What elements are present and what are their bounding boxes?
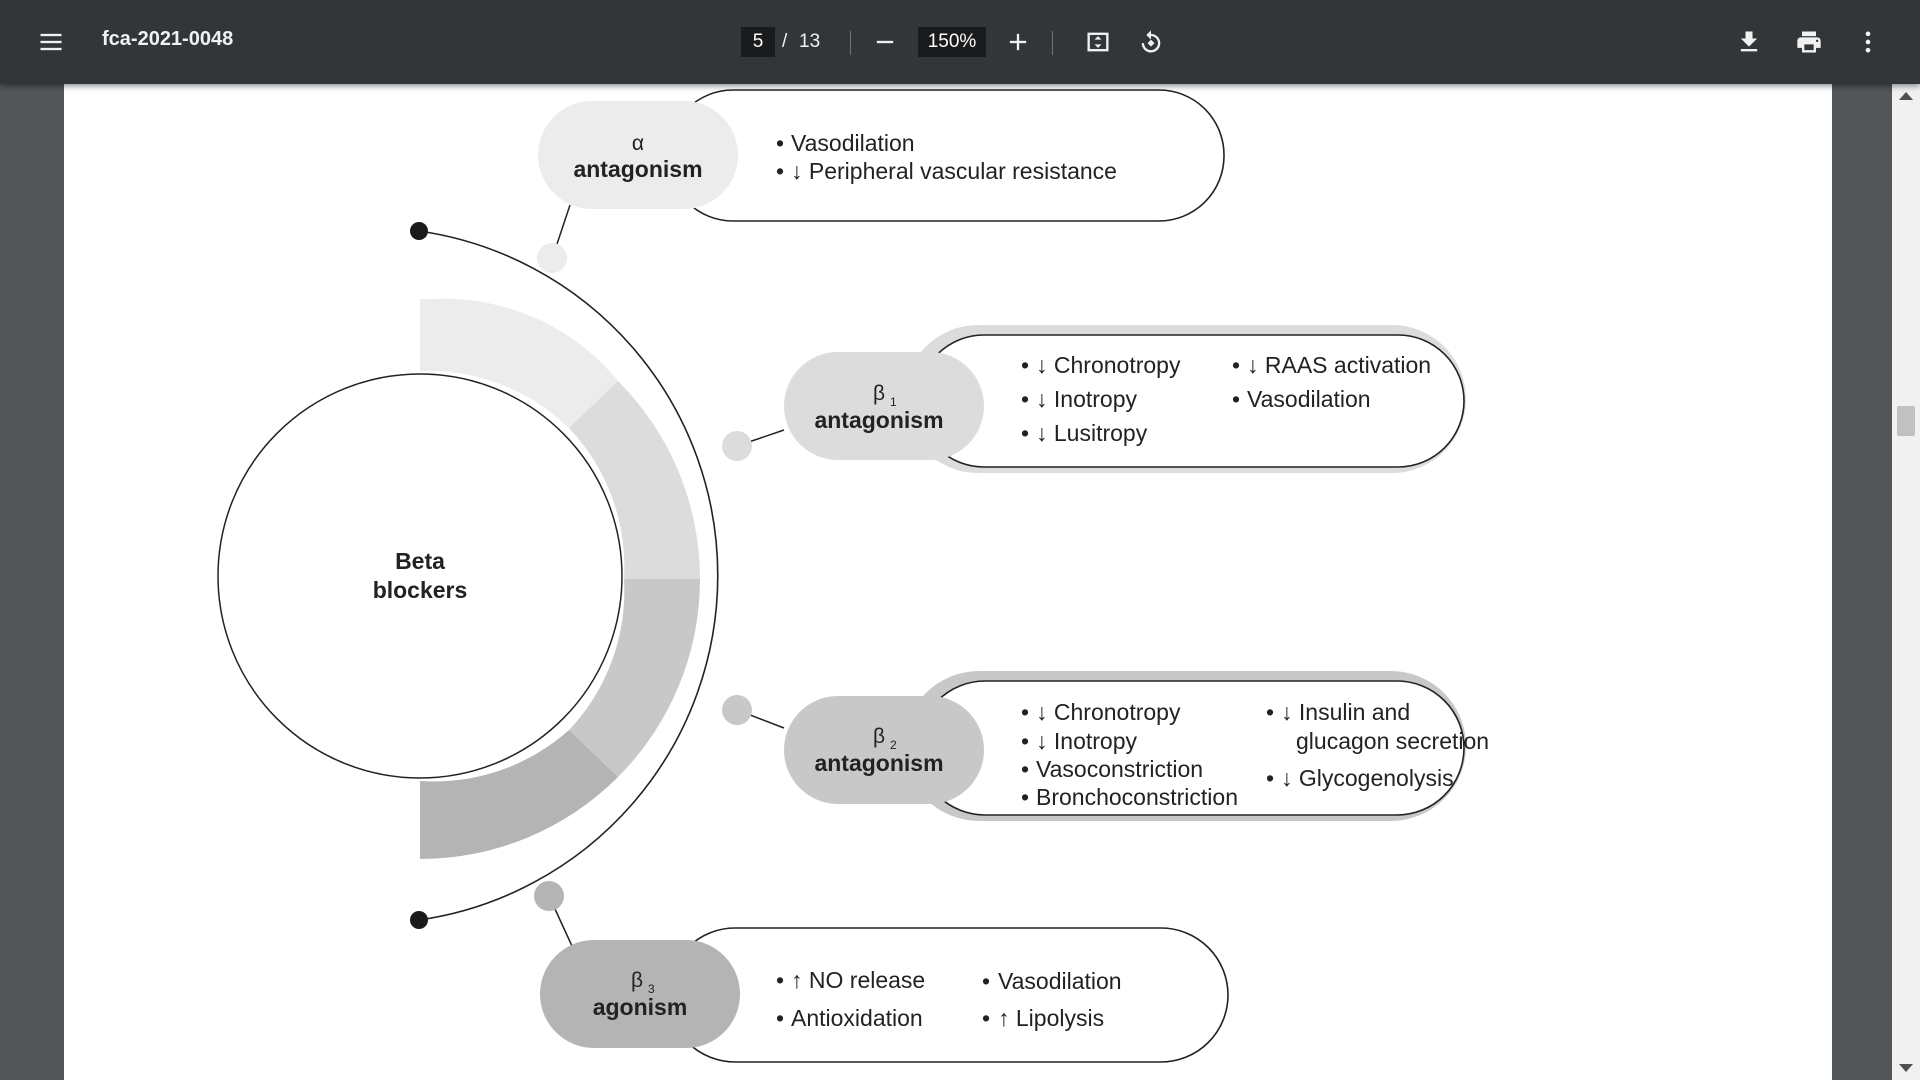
zoom-in-icon[interactable] [998,22,1038,62]
bullet: • [982,1005,990,1031]
print-icon[interactable] [1789,22,1829,62]
bullet: • [1021,352,1029,378]
pill-alpha [538,101,738,209]
pill-label: antagonism [573,156,702,182]
pill-symbol: β [631,969,643,992]
effect-item: ↓ Inotropy [1036,728,1137,754]
bullet: • [776,967,784,993]
effect-item: ↓ Chronotropy [1036,699,1181,725]
pill-symbol: α [632,132,644,155]
pill-label: antagonism [814,750,943,776]
bullet: • [776,130,784,156]
arc-endpoint-top [410,222,428,240]
center-label-line1: Beta [395,548,445,574]
effect-item: Bronchoconstriction [1036,784,1238,810]
arc-node-beta2 [722,695,752,725]
effects-box-alpha [667,89,1225,222]
toolbar-divider [850,31,851,55]
bullet: • [1021,699,1029,725]
effect-item: ↓ Glycogenolysis [1281,765,1454,791]
effect-item: ↓ Insulin and [1281,699,1410,725]
arc-endpoint-bottom [410,911,428,929]
arc-node-beta3 [534,881,564,911]
effect-item: Antioxidation [791,1005,923,1031]
page-number-input[interactable]: 5 [741,27,775,57]
center-circle [217,373,623,779]
bullet: • [1021,386,1029,412]
bullet: • [1021,784,1029,810]
beta-blockers-diagram: Beta blockers α antagonism • Vasodilatio… [217,89,1489,1063]
pill-label: agonism [593,994,688,1020]
center-label-line2: blockers [373,577,468,603]
pdf-toolbar: fca-2021-0048 5 / 13 150% [0,0,1920,84]
arc-node-beta1 [722,431,752,461]
zoom-level-input[interactable]: 150% [918,27,986,57]
scroll-up-arrow[interactable] [1899,92,1913,100]
effect-item: ↓ Lusitropy [1036,420,1148,446]
bullet: • [982,968,990,994]
effect-item: ↓ RAAS activation [1247,352,1431,378]
pill-label: antagonism [814,407,943,433]
effect-item: ↑ Lipolysis [998,1005,1104,1031]
effect-item: glucagon secretion [1296,728,1489,754]
pill-beta1 [784,352,984,460]
effect-item: Vasodilation [998,968,1122,994]
vertical-scrollbar[interactable] [1892,84,1920,1080]
bullet: • [776,1005,784,1031]
pill-symbol: β [873,725,885,748]
toolbar-divider [1052,31,1053,55]
rotate-icon[interactable] [1131,22,1171,62]
document-title: fca-2021-0048 [102,28,234,50]
effects-box-beta3 [667,927,1229,1063]
pill-symbol: β [873,382,885,405]
bullet: • [1266,765,1274,791]
pdf-page: Beta blockers α antagonism • Vasodilatio… [64,84,1832,1080]
bullet: • [1021,728,1029,754]
effect-item: Vasoconstriction [1036,756,1203,782]
bullet: • [1232,386,1240,412]
effect-item: ↓ Inotropy [1036,386,1137,412]
effect-item: Vasodilation [791,130,915,156]
effect-item: ↓ Peripheral vascular resistance [791,158,1117,184]
bullet: • [1021,756,1029,782]
page-separator: / [782,31,788,52]
bullet: • [1266,699,1274,725]
zoom-out-icon[interactable] [865,22,905,62]
bullet: • [1232,352,1240,378]
arc-node-alpha [537,243,567,273]
menu-icon[interactable] [31,22,71,62]
scroll-down-arrow[interactable] [1899,1064,1913,1072]
bullet: • [1021,420,1029,446]
effect-item: Vasodilation [1247,386,1371,412]
bullet: • [776,158,784,184]
fit-page-icon[interactable] [1078,22,1118,62]
effect-item: ↑ NO release [791,967,925,993]
scroll-thumb[interactable] [1897,406,1915,436]
more-icon[interactable] [1848,22,1888,62]
page-total: 13 [799,31,821,52]
effect-item: ↓ Chronotropy [1036,352,1181,378]
download-icon[interactable] [1729,22,1769,62]
